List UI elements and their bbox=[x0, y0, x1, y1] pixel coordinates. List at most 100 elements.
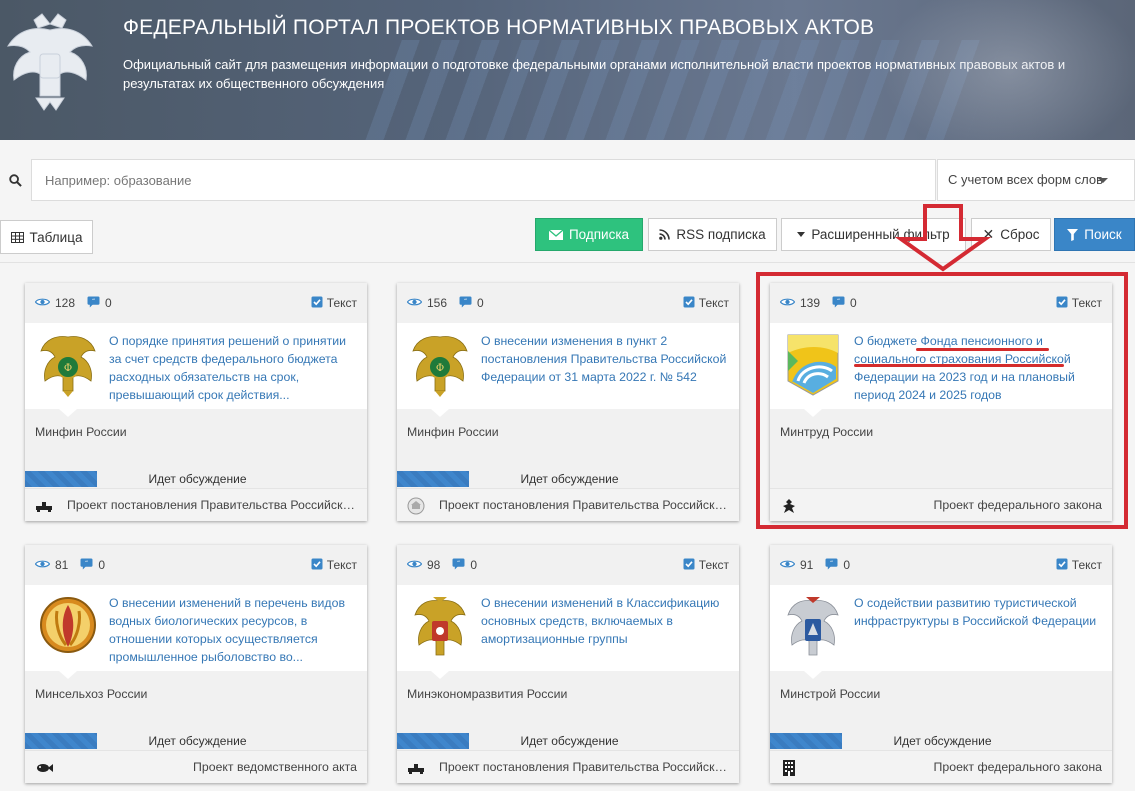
comments-counter[interactable]: “ 0 bbox=[459, 295, 484, 311]
search-input[interactable] bbox=[31, 159, 936, 201]
search-bar: С учетом всех форм слов bbox=[0, 159, 1135, 201]
discussion-status: Идет обсуждение bbox=[25, 471, 367, 487]
text-link-label: Текст bbox=[698, 558, 729, 572]
project-card[interactable]: 91 “ 0 Текст О содействии развитию турис… bbox=[770, 545, 1112, 783]
filter-icon bbox=[1067, 228, 1079, 241]
government-seal-icon bbox=[407, 497, 425, 515]
eye-icon bbox=[34, 296, 51, 310]
text-link[interactable]: Текст bbox=[1056, 558, 1102, 573]
department-name: Минфин России bbox=[35, 425, 127, 439]
card-footer: Проект постановления Правительства Росси… bbox=[397, 750, 739, 783]
rss-subscribe-button[interactable]: RSS подписка bbox=[648, 218, 777, 251]
table-view-button[interactable]: Таблица bbox=[0, 220, 93, 254]
comments-counter[interactable]: “ 0 bbox=[825, 557, 851, 573]
project-card[interactable]: 128 “ 0 Текст Ф О порядке принятия решен… bbox=[25, 283, 367, 521]
svg-text:Ф: Ф bbox=[64, 363, 72, 374]
views-count: 128 bbox=[55, 296, 76, 310]
card-header: 98 “ 0 Текст bbox=[397, 545, 739, 585]
comments-count: 0 bbox=[105, 296, 112, 310]
page-subtitle: Официальный сайт для размещения информац… bbox=[123, 57, 1066, 91]
comments-count: 0 bbox=[843, 558, 851, 572]
checkbox-icon bbox=[311, 296, 323, 311]
minfin-emblem-icon: Ф bbox=[411, 331, 469, 399]
checkbox-icon bbox=[683, 296, 695, 311]
table-view-label: Таблица bbox=[29, 229, 83, 245]
card-header: 91 “ 0 Текст bbox=[770, 545, 1112, 585]
comments-count: 0 bbox=[477, 296, 484, 310]
views-counter: 81 bbox=[34, 558, 68, 572]
text-link[interactable]: Текст bbox=[683, 296, 729, 311]
checkbox-icon bbox=[683, 558, 695, 573]
text-link[interactable]: Текст bbox=[311, 296, 357, 311]
views-counter: 156 bbox=[406, 296, 448, 310]
table-icon bbox=[10, 231, 24, 243]
project-title-link[interactable]: О порядке принятия решений о принятии за… bbox=[109, 332, 359, 404]
status-text: Идет обсуждение bbox=[520, 734, 619, 748]
card-body: Ф О внесении изменения в пункт 2 постано… bbox=[397, 323, 739, 417]
russia-coat-of-arms-icon bbox=[6, 13, 94, 111]
comment-icon: “ bbox=[87, 295, 100, 311]
project-card[interactable]: 81 “ 0 Текст О внесении изменений в пере… bbox=[25, 545, 367, 783]
text-link-label: Текст bbox=[698, 296, 729, 310]
project-card[interactable]: 156 “ 0 Текст Ф О внесении изменения в п… bbox=[397, 283, 739, 521]
comment-icon: “ bbox=[452, 557, 465, 573]
morphology-select[interactable]: С учетом всех форм слов bbox=[937, 159, 1135, 201]
project-card[interactable]: 98 “ 0 Текст О внесении изменений в Клас… bbox=[397, 545, 739, 783]
status-text: Идет обсуждение bbox=[148, 734, 247, 748]
comments-counter[interactable]: “ 0 bbox=[452, 557, 477, 573]
mineconom-emblem-icon bbox=[411, 593, 469, 661]
document-type: Проект постановления Правительства Росси… bbox=[439, 760, 729, 774]
subscribe-label: Подписка bbox=[568, 227, 630, 242]
project-title-link[interactable]: О содействии развитию туристической инфр… bbox=[854, 594, 1104, 630]
reset-label: Сброс bbox=[1000, 227, 1040, 242]
eye-icon bbox=[406, 558, 423, 572]
status-text: Идет обсуждение bbox=[520, 472, 619, 486]
project-title-link[interactable]: О внесении изменений в Классификацию осн… bbox=[481, 594, 731, 648]
chevron-down-icon bbox=[1098, 178, 1108, 183]
subscribe-button[interactable]: Подписка bbox=[535, 218, 643, 251]
views-count: 156 bbox=[427, 296, 448, 310]
rss-icon bbox=[659, 229, 671, 240]
eye-icon bbox=[34, 558, 51, 572]
svg-text:“: “ bbox=[457, 560, 460, 567]
status-text: Идет обсуждение bbox=[893, 734, 992, 748]
search-button[interactable]: Поиск bbox=[1054, 218, 1135, 251]
views-count: 98 bbox=[427, 558, 441, 572]
card-header: 81 “ 0 Текст bbox=[25, 545, 367, 585]
text-link-label: Текст bbox=[1071, 558, 1102, 572]
discussion-status: Идет обсуждение bbox=[397, 471, 739, 487]
text-link-label: Текст bbox=[326, 296, 357, 310]
comment-icon: “ bbox=[825, 557, 838, 573]
department-name: Минфин России bbox=[407, 425, 499, 439]
annotation-underline bbox=[854, 364, 1064, 367]
annotation-underline bbox=[916, 348, 1049, 351]
project-title-link[interactable]: О внесении изменения в пункт 2 постановл… bbox=[481, 332, 731, 386]
eye-icon bbox=[779, 558, 796, 572]
comments-counter[interactable]: “ 0 bbox=[87, 295, 112, 311]
caret-down-icon bbox=[797, 232, 806, 237]
svg-text:Ф: Ф bbox=[436, 363, 444, 374]
header-banner: ФЕДЕРАЛЬНЫЙ ПОРТАЛ ПРОЕКТОВ НОРМАТИВНЫХ … bbox=[0, 0, 1135, 140]
document-type: Проект постановления Правительства Росси… bbox=[67, 498, 357, 512]
search-button-label: Поиск bbox=[1084, 227, 1122, 242]
svg-text:“: “ bbox=[830, 560, 833, 567]
text-link[interactable]: Текст bbox=[311, 558, 357, 573]
status-text: Идет обсуждение bbox=[148, 472, 247, 486]
views-count: 91 bbox=[800, 558, 814, 572]
discussion-status: Идет обсуждение bbox=[25, 733, 367, 749]
rss-subscribe-label: RSS подписка bbox=[676, 227, 766, 242]
views-counter: 128 bbox=[34, 296, 76, 310]
card-header: 156 “ 0 Текст bbox=[397, 283, 739, 323]
card-body: О внесении изменений в Классификацию осн… bbox=[397, 585, 739, 679]
checkbox-icon bbox=[311, 558, 323, 573]
card-body: О содействии развитию туристической инфр… bbox=[770, 585, 1112, 679]
text-link[interactable]: Текст bbox=[683, 558, 729, 573]
card-footer: Проект федерального закона bbox=[770, 750, 1112, 783]
project-title-link[interactable]: О внесении изменений в перечень видов во… bbox=[109, 594, 359, 666]
search-icon[interactable] bbox=[0, 159, 31, 201]
gavel-icon bbox=[407, 759, 425, 777]
text-link-label: Текст bbox=[326, 558, 357, 572]
envelope-icon bbox=[548, 229, 563, 240]
comment-icon: “ bbox=[80, 557, 93, 573]
comments-counter[interactable]: “ 0 bbox=[80, 557, 105, 573]
